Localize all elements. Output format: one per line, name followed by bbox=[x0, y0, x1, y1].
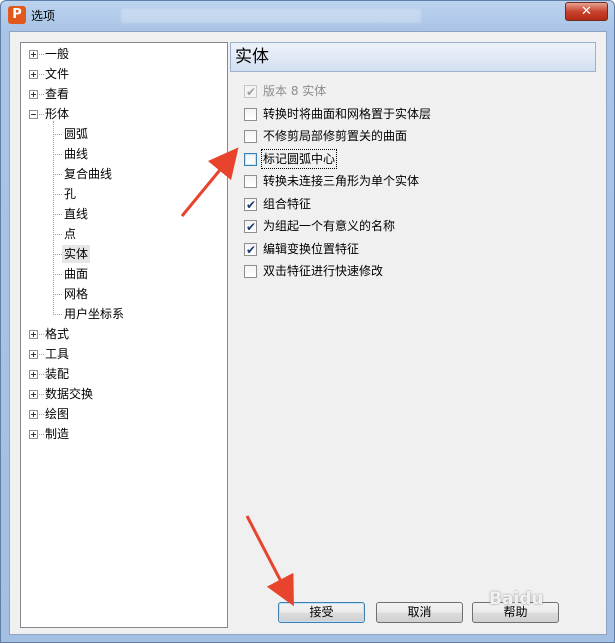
expand-plus-icon[interactable] bbox=[29, 370, 38, 379]
option-checkbox[interactable] bbox=[244, 153, 257, 166]
tree-connector bbox=[53, 214, 62, 215]
tree-item-label: 数据交换 bbox=[45, 387, 94, 401]
tree-connector bbox=[53, 274, 62, 275]
option-label: 为组起一个有意义的名称 bbox=[263, 219, 396, 233]
blurred-background-title bbox=[121, 9, 421, 23]
tree-item[interactable]: 孔 bbox=[21, 185, 221, 203]
tree-item[interactable]: 格式 bbox=[21, 325, 221, 343]
collapse-minus-icon[interactable] bbox=[29, 110, 38, 119]
expand-plus-icon[interactable] bbox=[29, 410, 38, 419]
expand-plus-icon[interactable] bbox=[29, 330, 38, 339]
tree-item-label: 圆弧 bbox=[64, 127, 89, 141]
tree-connector bbox=[53, 294, 62, 295]
tree-item-label: 点 bbox=[64, 227, 77, 241]
tree-item[interactable]: 装配 bbox=[21, 365, 221, 383]
tree-connector bbox=[53, 154, 62, 155]
tree-item-label: 孔 bbox=[64, 187, 77, 201]
tree-item-label: 形体 bbox=[45, 107, 70, 121]
option-checkbox bbox=[244, 83, 257, 101]
tree-item[interactable]: 一般 bbox=[21, 45, 221, 63]
option-checkbox[interactable] bbox=[244, 196, 257, 214]
expand-plus-icon[interactable] bbox=[29, 430, 38, 439]
tree-item[interactable]: 曲线 bbox=[21, 145, 221, 163]
option-label: 组合特征 bbox=[263, 197, 312, 211]
expand-plus-icon[interactable] bbox=[29, 350, 38, 359]
tree-connector bbox=[53, 134, 62, 135]
accept-button[interactable]: 接受 bbox=[278, 602, 365, 623]
tree-item-label: 一般 bbox=[45, 47, 70, 61]
tree-item[interactable]: 形体 bbox=[21, 105, 221, 123]
option-checkbox[interactable] bbox=[244, 218, 257, 236]
tree-item[interactable]: 点 bbox=[21, 225, 221, 243]
tree-item-label: 曲面 bbox=[64, 267, 89, 281]
app-logo-icon: P bbox=[8, 6, 26, 24]
tree-item[interactable]: 圆弧 bbox=[21, 125, 221, 143]
tree-item-label: 曲线 bbox=[64, 147, 89, 161]
tree-item-label: 制造 bbox=[45, 427, 70, 441]
tree-item-label: 实体 bbox=[62, 245, 91, 263]
tree-item[interactable]: 复合曲线 bbox=[21, 165, 221, 183]
tree-connector bbox=[53, 314, 62, 315]
option-label: 标记圆弧中心 bbox=[260, 149, 338, 169]
panel-title: 实体 bbox=[230, 42, 596, 72]
tree-item[interactable]: 查看 bbox=[21, 85, 221, 103]
tree-connector bbox=[53, 254, 62, 255]
window-title: 选项 bbox=[31, 9, 56, 23]
option-label: 转换时将曲面和网格置于实体层 bbox=[263, 107, 432, 121]
expand-plus-icon[interactable] bbox=[29, 90, 38, 99]
tree-item-label: 查看 bbox=[45, 87, 70, 101]
expand-plus-icon[interactable] bbox=[29, 390, 38, 399]
tree-item[interactable]: 网格 bbox=[21, 285, 221, 303]
tree-item[interactable]: 曲面 bbox=[21, 265, 221, 283]
tree-item-label: 复合曲线 bbox=[64, 167, 113, 181]
cancel-button[interactable]: 取消 bbox=[376, 602, 463, 623]
tree-item[interactable]: 实体 bbox=[21, 245, 221, 263]
tree-item[interactable]: 数据交换 bbox=[21, 385, 221, 403]
option-checkbox[interactable] bbox=[244, 265, 257, 278]
close-icon: ✕ bbox=[581, 4, 592, 19]
tree-connector bbox=[53, 121, 54, 315]
option-label: 转换未连接三角形为单个实体 bbox=[263, 174, 420, 188]
expand-plus-icon[interactable] bbox=[29, 50, 38, 59]
tree-item-label: 绘图 bbox=[45, 407, 70, 421]
option-label: 版本 8 实体 bbox=[263, 84, 327, 98]
option-checkbox[interactable] bbox=[244, 175, 257, 188]
watermark: Baidu bbox=[489, 589, 544, 609]
tree-item[interactable]: 工具 bbox=[21, 345, 221, 363]
tree-item[interactable]: 制造 bbox=[21, 425, 221, 443]
option-checkbox[interactable] bbox=[244, 241, 257, 259]
option-label: 不修剪局部修剪置关的曲面 bbox=[263, 129, 408, 143]
tree-item-label: 用户坐标系 bbox=[64, 307, 125, 321]
option-checkbox[interactable] bbox=[244, 130, 257, 143]
tree-item-label: 格式 bbox=[45, 327, 70, 341]
tree-item[interactable]: 用户坐标系 bbox=[21, 305, 221, 323]
dialog-body: 一般 文件 查看 形体 圆弧 曲线 复合曲线孔直线点实体 曲面 网格 用户坐标系 格式 工具 装配 数据交… bbox=[9, 31, 607, 635]
close-button[interactable]: ✕ bbox=[565, 2, 608, 21]
tree-item[interactable]: 文件 bbox=[21, 65, 221, 83]
tree-connector bbox=[53, 234, 62, 235]
option-checkbox[interactable] bbox=[244, 108, 257, 121]
settings-panel: 实体 版本 8 实体转换时将曲面和网格置于实体层不修剪局部修剪置关的曲面标记圆弧… bbox=[230, 42, 596, 628]
option-label: 双击特征进行快速修改 bbox=[263, 264, 384, 278]
title-bar[interactable]: P 选项 ✕ bbox=[1, 1, 614, 31]
option-label: 编辑变换位置特征 bbox=[263, 242, 360, 256]
tree-item-label: 文件 bbox=[45, 67, 70, 81]
tree-item-label: 装配 bbox=[45, 367, 70, 381]
tree-connector bbox=[53, 174, 62, 175]
tree-item-label: 网格 bbox=[64, 287, 89, 301]
options-dialog: P 选项 ✕ 一般 文件 查看 形体 圆弧 曲线 复合曲线孔直线点实体 曲面 网格 用户坐标系 格式… bbox=[0, 0, 615, 643]
tree-item[interactable]: 绘图 bbox=[21, 405, 221, 423]
tree-item-label: 直线 bbox=[64, 207, 89, 221]
tree-item[interactable]: 直线 bbox=[21, 205, 221, 223]
tree-item-label: 工具 bbox=[45, 347, 70, 361]
tree-connector bbox=[53, 194, 62, 195]
category-tree[interactable]: 一般文件查看形体圆弧曲线复合曲线孔直线点实体曲面网格用户坐标系格式工具装配数据交… bbox=[20, 42, 228, 628]
expand-plus-icon[interactable] bbox=[29, 70, 38, 79]
